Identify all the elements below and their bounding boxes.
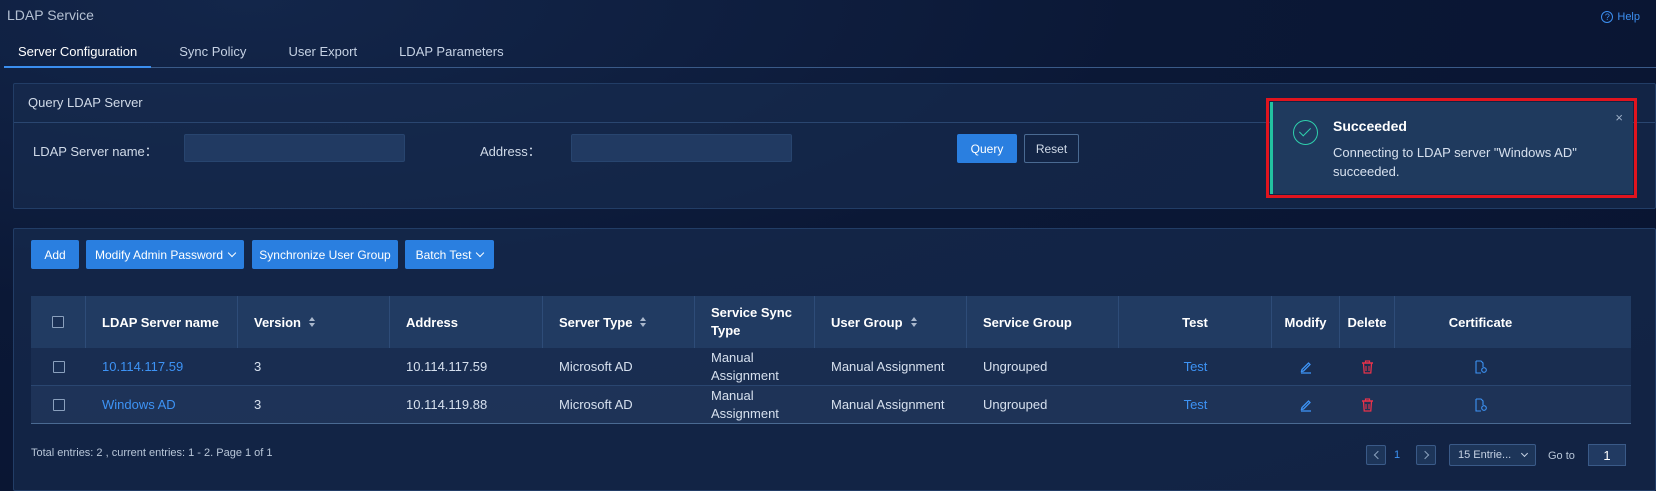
user-group-cell: Manual Assignment: [831, 397, 945, 412]
chevron-right-icon: [1420, 450, 1429, 460]
check-circle-icon: [1293, 120, 1318, 145]
entries-per-page-value: 15 Entrie...: [1458, 449, 1512, 461]
service-group-cell: Ungrouped: [983, 359, 1048, 374]
table-row: 10.114.117.59 3 10.114.117.59 Microsoft …: [31, 348, 1631, 386]
batch-test-label: Batch Test: [415, 247, 472, 262]
modify-admin-password-label: Modify Admin Password: [94, 247, 224, 262]
ldap-server-table: LDAP Server name Version Address Server …: [31, 296, 1631, 424]
app-title: LDAP Service: [7, 7, 94, 23]
certificate-icon[interactable]: [1474, 359, 1488, 374]
tab-sync-policy[interactable]: Sync Policy: [165, 40, 260, 68]
batch-test-button[interactable]: Batch Test: [405, 240, 494, 269]
version-cell: 3: [254, 397, 262, 412]
sort-icon: [910, 317, 917, 327]
table-row: Windows AD 3 10.114.119.88 Microsoft AD …: [31, 386, 1631, 424]
help-label: Help: [1617, 11, 1640, 23]
help-icon: ?: [1601, 11, 1614, 23]
server-name-input[interactable]: [184, 134, 405, 162]
server-name-link[interactable]: Windows AD: [102, 397, 176, 412]
address-cell: 10.114.119.88: [406, 397, 488, 412]
header-select-all: [31, 296, 86, 348]
close-icon[interactable]: ×: [1615, 110, 1623, 125]
header-user-group[interactable]: User Group: [815, 296, 967, 348]
chevron-down-icon: [476, 248, 485, 257]
tab-bar: Server Configuration Sync Policy User Ex…: [4, 40, 1656, 68]
header-certificate: Certificate: [1448, 314, 1513, 330]
goto-label: Go to: [1548, 450, 1575, 462]
header-name: LDAP Server name: [86, 296, 238, 348]
chevron-down-icon: [227, 248, 237, 257]
header-version-label: Version: [254, 314, 301, 330]
server-name-label: LDAP Server name：: [33, 144, 158, 159]
trash-icon[interactable]: [1361, 397, 1374, 412]
goto-page-input[interactable]: [1588, 444, 1626, 466]
server-name-link[interactable]: 10.114.117.59: [102, 359, 183, 374]
sync-type-cell: Manual Assignment: [711, 349, 779, 383]
select-all-checkbox[interactable]: [52, 316, 64, 328]
query-button[interactable]: Query: [957, 134, 1017, 163]
row-checkbox[interactable]: [52, 398, 65, 411]
tab-user-export[interactable]: User Export: [274, 40, 371, 68]
help-link[interactable]: ? Help: [1601, 11, 1640, 23]
header-sync-type: Service Sync Type: [695, 296, 815, 348]
toast-title: Succeeded: [1333, 118, 1407, 134]
header-server-type-label: Server Type: [559, 314, 633, 330]
trash-icon[interactable]: [1361, 359, 1374, 374]
version-cell: 3: [254, 359, 262, 374]
sort-icon: [640, 317, 647, 327]
header-test: Test: [1119, 296, 1272, 348]
test-link[interactable]: Test: [1184, 359, 1208, 374]
header-version[interactable]: Version: [238, 296, 390, 348]
header-server-type[interactable]: Server Type: [543, 296, 695, 348]
header-user-group-label: User Group: [831, 314, 903, 330]
sort-icon: [308, 317, 315, 327]
row-checkbox[interactable]: [52, 360, 65, 373]
next-page-button[interactable]: [1416, 445, 1436, 465]
reset-button[interactable]: Reset: [1024, 134, 1079, 163]
add-button[interactable]: Add: [31, 240, 79, 269]
success-toast: Succeeded Connecting to LDAP server "Win…: [1270, 102, 1633, 194]
edit-icon[interactable]: [1299, 360, 1313, 374]
header-address: Address: [390, 296, 543, 348]
address-cell: 10.114.117.59: [406, 359, 488, 374]
toast-message: Connecting to LDAP server "Windows AD" s…: [1333, 145, 1577, 179]
header-service-group: Service Group: [967, 296, 1119, 348]
pagination-summary: Total entries: 2 , current entries: 1 - …: [31, 447, 273, 459]
user-group-cell: Manual Assignment: [831, 359, 945, 374]
test-link[interactable]: Test: [1184, 397, 1208, 412]
prev-page-button[interactable]: [1366, 445, 1386, 465]
tab-server-configuration[interactable]: Server Configuration: [4, 40, 152, 68]
page-number[interactable]: 1: [1394, 449, 1400, 461]
table-header: LDAP Server name Version Address Server …: [31, 296, 1631, 348]
address-label: Address：: [480, 144, 541, 159]
chevron-left-icon: [1373, 450, 1382, 460]
edit-icon[interactable]: [1299, 398, 1313, 412]
service-group-cell: Ungrouped: [983, 397, 1048, 412]
sync-type-cell: Manual Assignment: [711, 387, 779, 421]
header-modify: Modify: [1272, 296, 1340, 348]
server-type-cell: Microsoft AD: [559, 359, 633, 374]
chevron-down-icon: [1520, 449, 1529, 458]
header-delete: Delete: [1340, 296, 1395, 348]
certificate-icon[interactable]: [1474, 397, 1488, 412]
server-type-cell: Microsoft AD: [559, 397, 633, 412]
address-input[interactable]: [571, 134, 792, 162]
tab-ldap-parameters[interactable]: LDAP Parameters: [385, 40, 518, 68]
entries-per-page-select[interactable]: 15 Entrie...: [1449, 444, 1536, 466]
modify-admin-password-button[interactable]: Modify Admin Password: [86, 240, 244, 269]
synchronize-user-group-button[interactable]: Synchronize User Group: [252, 240, 398, 269]
